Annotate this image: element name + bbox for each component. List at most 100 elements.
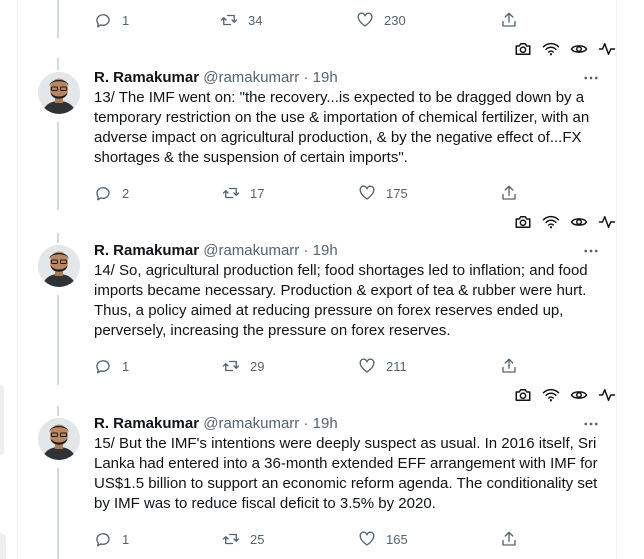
tweet-actions: 1 34 230 [94,8,534,32]
more-icon [584,249,598,253]
wifi-button[interactable] [540,211,562,233]
more-button[interactable] [580,241,602,261]
author-name[interactable]: R. Ramakumar [94,242,199,259]
share-icon [502,358,516,373]
share-icon [502,531,516,546]
tweet-header: R. Ramakumar @ramakumarr · 19h [94,241,338,261]
share-button[interactable] [500,354,518,378]
heart-icon [359,358,375,373]
author-handle[interactable]: @ramakumarr [203,69,299,86]
timestamp[interactable]: 19h [313,69,338,86]
retweet-icon [220,14,238,26]
eye-button[interactable] [568,211,590,233]
wifi-button[interactable] [540,38,562,60]
avatar[interactable] [38,245,80,287]
thread-line [57,122,59,210]
author-name[interactable]: R. Ramakumar [94,69,199,86]
camera-icon [515,43,531,55]
retweet-button[interactable]: 34 [220,8,262,32]
share-button[interactable] [500,527,518,551]
reply-count: 1 [122,12,130,28]
thread-line [57,233,59,243]
thread-line [57,468,59,559]
tweet-actions: 1 29 211 [94,354,534,378]
more-icon [584,76,598,80]
retweet-count: 25 [250,531,265,547]
activity-button[interactable] [596,384,618,406]
more-button[interactable] [580,68,602,88]
reply-icon [96,360,110,374]
like-count: 175 [386,185,408,201]
retweet-button[interactable]: 29 [222,354,264,378]
camera-button[interactable] [512,38,534,60]
activity-icon [598,389,616,401]
avatar[interactable] [38,72,80,114]
timeline-border-right [616,0,617,559]
reply-icon [96,533,110,547]
extension-toolbar [512,384,622,406]
eye-button[interactable] [568,38,590,60]
wifi-button[interactable] [540,384,562,406]
eye-button[interactable] [568,384,590,406]
share-button[interactable] [500,8,518,32]
like-button[interactable]: 230 [356,8,406,32]
author-name[interactable]: R. Ramakumar [94,415,199,432]
camera-button[interactable] [512,211,534,233]
retweet-button[interactable]: 17 [222,181,264,205]
like-button[interactable]: 175 [358,181,408,205]
more-icon [584,422,598,426]
reply-icon [96,187,110,201]
camera-button[interactable] [512,384,534,406]
tweet-text: 14/ So, agricultural production fell; fo… [94,262,588,339]
retweet-button[interactable]: 25 [222,527,264,551]
share-button[interactable] [500,181,518,205]
retweet-icon [222,533,240,545]
tweet-text: 15/ But the IMF's intentions were deeply… [94,435,598,512]
retweet-count: 17 [250,185,265,201]
scroll-edge-bottom [0,533,6,559]
like-count: 165 [386,531,408,547]
author-handle[interactable]: @ramakumarr [203,415,299,432]
left-gutter [0,0,18,559]
retweet-icon [222,360,240,372]
activity-button[interactable] [596,38,618,60]
separator: · [299,242,313,259]
extension-toolbar [512,211,622,233]
like-button[interactable]: 211 [358,354,407,378]
reply-button[interactable]: 1 [94,8,129,32]
activity-button[interactable] [596,211,618,233]
heart-icon [359,185,375,200]
author-handle[interactable]: @ramakumarr [203,242,299,259]
wifi-icon [542,388,560,402]
wifi-icon [542,42,560,56]
timestamp[interactable]: 19h [313,242,338,259]
share-icon [502,12,516,27]
avatar-photo [38,418,80,460]
tweet-text: 13/ The IMF went on: "the recovery...is … [94,89,590,166]
avatar-photo [38,72,80,114]
camera-icon [515,216,531,228]
more-button[interactable] [580,414,602,434]
avatar[interactable] [38,418,80,460]
reply-button[interactable]: 2 [94,181,129,205]
eye-icon [570,391,588,399]
share-icon [502,185,516,200]
thread-line [57,295,59,385]
reply-button[interactable]: 1 [94,527,129,551]
reply-button[interactable]: 1 [94,354,129,378]
avatar-photo [38,245,80,287]
tweet-actions: 2 17 175 [94,181,534,205]
heart-icon [359,531,375,546]
wifi-icon [542,215,560,229]
retweet-icon [222,187,240,199]
retweet-count: 34 [248,12,263,28]
activity-icon [598,43,616,55]
tweet-header: R. Ramakumar @ramakumarr · 19h [94,414,338,434]
scroll-edge [0,385,4,455]
timestamp[interactable]: 19h [313,415,338,432]
camera-icon [515,389,531,401]
eye-icon [570,45,588,53]
like-count: 211 [386,358,407,374]
like-button[interactable]: 165 [358,527,408,551]
separator: · [299,69,313,86]
